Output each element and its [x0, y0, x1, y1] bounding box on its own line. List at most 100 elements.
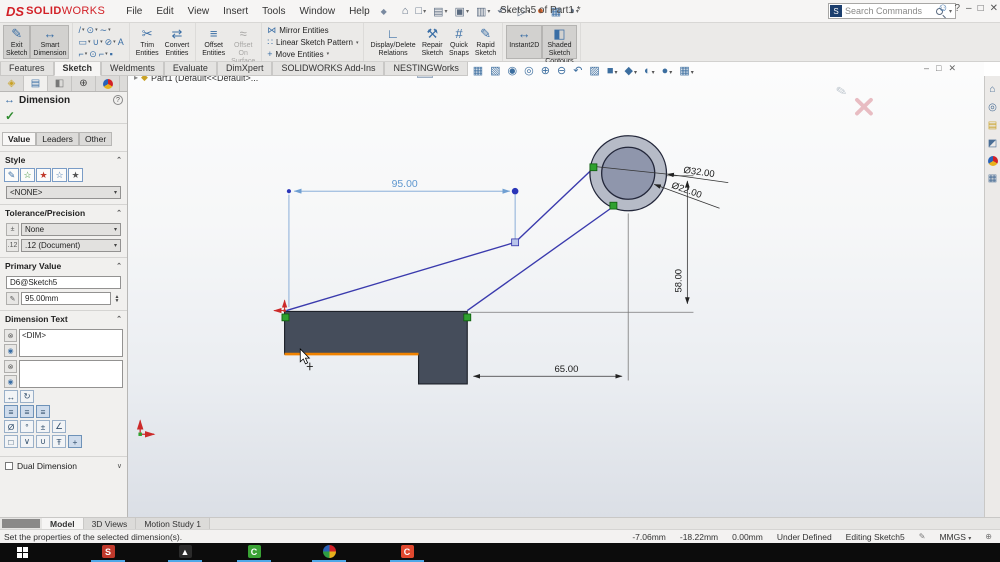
dimension-value-field[interactable]: 95.00mm: [21, 292, 111, 305]
vertex-marker[interactable]: [511, 238, 520, 247]
save-button[interactable]: ▣ ▾: [452, 3, 472, 20]
fit-text-button[interactable]: ↔: [4, 390, 18, 403]
line-tool[interactable]: / ▾: [78, 25, 84, 36]
tab-model[interactable]: Model: [42, 518, 84, 529]
taskbar-app-camtasia[interactable]: C: [241, 545, 267, 558]
counterbore-symbol-button[interactable]: ∪: [36, 435, 50, 448]
chevron-down-icon[interactable]: ▾: [95, 27, 98, 33]
countersink-symbol-button[interactable]: ∨: [20, 435, 34, 448]
tab-nestingworks[interactable]: NESTINGWorks: [384, 62, 468, 76]
perimeter-circle-tool[interactable]: ⊙: [89, 49, 97, 60]
help-button[interactable]: ?: [954, 3, 960, 14]
display-delete-relations-button[interactable]: ∟ Display/Delete Relations: [367, 25, 418, 59]
show-text-icon[interactable]: ◉: [4, 375, 17, 388]
rotate-text-button[interactable]: ↻: [20, 390, 34, 403]
units-selector[interactable]: MMGS ▾: [939, 532, 971, 542]
doc-restore-button[interactable]: □: [936, 63, 941, 74]
primary-value-section-header[interactable]: Primary Value ⌃: [0, 257, 127, 273]
dimension-95[interactable]: 95.00: [286, 179, 519, 308]
sketch-canvas[interactable]: 95.00 Ø32.00 Ø22.00 58.00 65.00 ✎: [128, 76, 984, 517]
dimension-dia32[interactable]: Ø32.00: [666, 165, 729, 184]
chevron-down-icon[interactable]: ▾: [82, 27, 85, 33]
chevron-down-icon[interactable]: ▾: [85, 51, 88, 57]
add-style-button[interactable]: ☆: [20, 168, 35, 182]
text-tool[interactable]: A: [118, 37, 124, 48]
tab-displaymanager[interactable]: [96, 76, 120, 91]
coincident-relation-icon[interactable]: [281, 313, 290, 322]
collapse-icon[interactable]: ⌃: [116, 209, 122, 217]
style-section-header[interactable]: Style ⌃: [0, 151, 127, 167]
tab-other[interactable]: Other: [78, 132, 113, 146]
degree-symbol-button[interactable]: °: [20, 420, 34, 433]
dimension-text-section-header[interactable]: Dimension Text ⌃: [0, 310, 127, 326]
tab-splitter-handle[interactable]: [2, 519, 40, 528]
precision-dropdown[interactable]: .12 (Document) ▾: [21, 239, 121, 252]
tolerance-type-dropdown[interactable]: None ▾: [21, 223, 121, 236]
rapid-sketch-button[interactable]: ✎ Rapid Sketch: [472, 25, 499, 59]
dimension-name-field[interactable]: D6@Sketch5: [6, 276, 121, 289]
coincident-relation-icon[interactable]: [463, 313, 472, 322]
search-input[interactable]: Search Commands: [845, 6, 936, 16]
home-button[interactable]: ⌂: [399, 3, 412, 19]
sketch-line[interactable]: [466, 205, 614, 312]
style-preset-dropdown[interactable]: <NONE> ▾: [6, 186, 121, 199]
dimension-58[interactable]: 58.00: [673, 180, 690, 305]
point-tool[interactable]: ▪: [110, 49, 113, 60]
coincident-relation-icon[interactable]: [589, 163, 598, 172]
sketch-profile-region[interactable]: [284, 310, 468, 385]
tab-sketch[interactable]: Sketch: [53, 62, 102, 76]
tolerance-section-header[interactable]: Tolerance/Precision ⌃: [0, 204, 127, 220]
chevron-down-icon[interactable]: ▾: [100, 39, 103, 45]
trim-entities-button[interactable]: ✂ Trim Entities: [133, 25, 162, 59]
chevron-down-icon[interactable]: ▾: [105, 51, 108, 57]
tab-motion-study[interactable]: Motion Study 1: [136, 518, 211, 529]
tab-dimxpert[interactable]: DimXpert: [216, 62, 273, 76]
sketch-line[interactable]: [514, 166, 595, 243]
taskbar-app-solidworks[interactable]: S: [95, 545, 121, 558]
view-orientation-icon[interactable]: ■▾: [605, 65, 620, 77]
expand-icon[interactable]: ∨: [117, 462, 122, 470]
print-button[interactable]: ▥ ▾: [473, 3, 493, 20]
tab-weldments[interactable]: Weldments: [101, 62, 164, 76]
menu-view[interactable]: View: [181, 3, 217, 20]
tab-featuremanager[interactable]: ◈: [0, 76, 24, 91]
mirror-entities-button[interactable]: ⋈ Mirror Entities: [267, 25, 358, 36]
tab-solidworks-addins[interactable]: SOLIDWORKS Add-Ins: [272, 62, 385, 76]
override-value-icon[interactable]: ✎: [6, 292, 19, 305]
convert-entities-button[interactable]: ⇄ Convert Entities: [162, 25, 193, 59]
shaded-sketch-contours-button[interactable]: ◧ Shaded Sketch Contours: [542, 25, 577, 65]
start-button[interactable]: [0, 543, 45, 562]
custom-properties-icon[interactable]: ▦: [988, 173, 997, 184]
tab-value[interactable]: Value: [2, 132, 37, 146]
menu-edit[interactable]: Edit: [149, 3, 180, 20]
repair-sketch-button[interactable]: ⚒ Repair Sketch: [419, 25, 446, 59]
slot-tool[interactable]: ⌐ ▾: [78, 49, 87, 60]
instant2d-button[interactable]: ↔ Instant2D: [506, 25, 543, 59]
collapse-icon[interactable]: ⌃: [116, 156, 122, 164]
part-origin-icon[interactable]: [273, 299, 288, 314]
taskbar-app-photos[interactable]: ▲: [172, 545, 198, 558]
linear-sketch-pattern-button[interactable]: ∷ Linear Sketch Pattern ▾: [267, 37, 358, 48]
chevron-down-icon[interactable]: ▾: [108, 27, 111, 33]
depth-symbol-button[interactable]: Ŧ: [52, 435, 66, 448]
minimize-button[interactable]: –: [966, 3, 972, 14]
tab-3d-views[interactable]: 3D Views: [83, 518, 137, 529]
chevron-down-icon[interactable]: ▾: [88, 39, 91, 45]
delete-style-button[interactable]: ★: [36, 168, 51, 182]
move-entities-button[interactable]: + Move Entities ▾: [267, 49, 358, 59]
edit-appearance-icon[interactable]: ●▾: [660, 65, 675, 77]
exit-sketch-button[interactable]: ✎ Exit Sketch: [3, 25, 31, 59]
collapse-icon[interactable]: ⌃: [116, 262, 122, 270]
save-style-button[interactable]: ☆: [52, 168, 67, 182]
justify-left-button[interactable]: ≡: [4, 405, 18, 418]
taskbar-app-browser[interactable]: [316, 545, 342, 558]
value-spinner[interactable]: ▲ ▼: [113, 294, 121, 303]
load-style-button[interactable]: ★: [68, 168, 83, 182]
menu-window[interactable]: Window: [292, 3, 342, 20]
menu-pin-icon[interactable]: ◆: [381, 7, 387, 16]
menu-insert[interactable]: Insert: [216, 3, 255, 20]
set-default-style-button[interactable]: ✎: [4, 168, 19, 182]
fillet-tool[interactable]: ⌐ ▾: [99, 49, 108, 60]
diameter-symbol-button[interactable]: Ø: [4, 420, 18, 433]
override-text-icon[interactable]: ⊗: [4, 329, 17, 342]
